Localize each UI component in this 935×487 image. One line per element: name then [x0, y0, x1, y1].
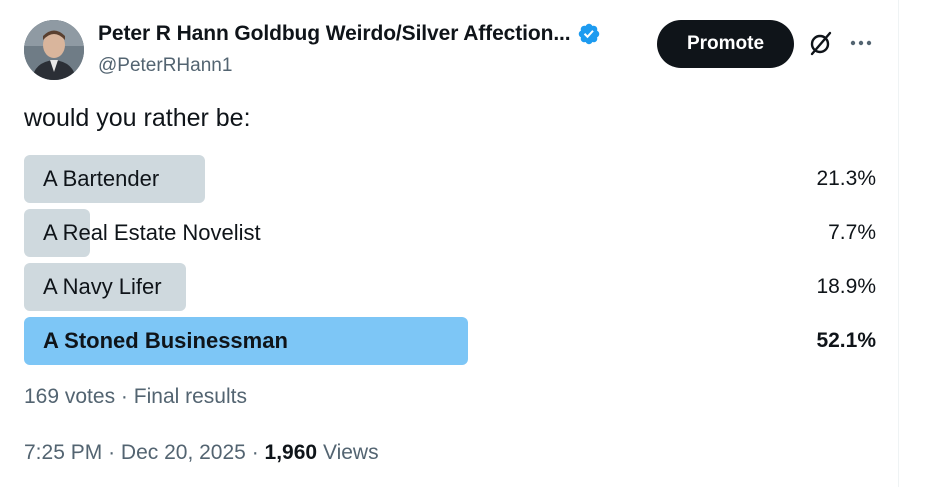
verified-badge-icon[interactable]: [577, 22, 601, 46]
poll-votes: 169 votes: [24, 385, 116, 408]
poll: A Bartender 21.3% A Real Estate Novelist…: [24, 155, 876, 371]
promote-button[interactable]: Promote: [657, 20, 794, 68]
poll-option-label: A Stoned Businessman: [43, 328, 288, 353]
meta-separator: ·: [108, 441, 116, 464]
avatar[interactable]: [24, 20, 84, 80]
poll-option: A Navy Lifer 18.9%: [24, 263, 876, 311]
display-name[interactable]: Peter R Hann Goldbug Weirdo/Silver Affec…: [98, 22, 571, 46]
tweet-text: would you rather be:: [24, 104, 251, 132]
more-options-icon[interactable]: [848, 32, 874, 54]
handle[interactable]: @PeterRHann1: [98, 55, 232, 77]
column-divider: [898, 0, 899, 487]
poll-option-percent: 7.7%: [828, 221, 876, 244]
tweet-date[interactable]: Dec 20, 2025: [121, 441, 246, 464]
poll-option-winner: A Stoned Businessman 52.1%: [24, 317, 876, 365]
tweet-header: Peter R Hann Goldbug Weirdo/Silver Affec…: [24, 18, 884, 82]
poll-option-percent: 52.1%: [816, 329, 876, 352]
views-count[interactable]: 1,960: [265, 441, 318, 464]
poll-option-label: A Real Estate Novelist: [43, 220, 261, 245]
poll-option-label: A Navy Lifer: [43, 274, 162, 299]
poll-option-label: A Bartender: [43, 166, 160, 191]
views-label[interactable]: Views: [323, 441, 379, 464]
poll-option-percent: 21.3%: [816, 167, 876, 190]
poll-separator: ·: [120, 385, 128, 408]
poll-option-percent: 18.9%: [816, 275, 876, 298]
meta-separator: ·: [251, 441, 259, 464]
poll-option: A Real Estate Novelist 7.7%: [24, 209, 876, 257]
poll-status: Final results: [133, 385, 247, 408]
tweet-meta: 7:25 PM · Dec 20, 2025 · 1,960 Views: [24, 441, 379, 465]
poll-option: A Bartender 21.3%: [24, 155, 876, 203]
poll-footer: 169 votes · Final results: [24, 385, 247, 409]
grok-icon[interactable]: [808, 30, 834, 56]
tweet-time[interactable]: 7:25 PM: [24, 441, 102, 464]
